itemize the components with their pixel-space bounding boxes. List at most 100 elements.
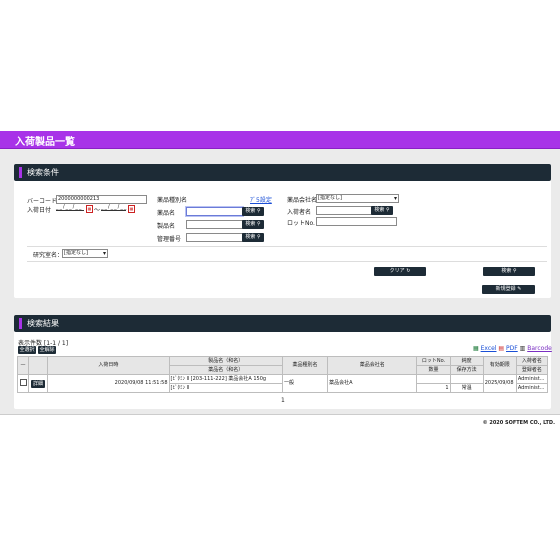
search-label: 検索: [245, 234, 256, 240]
refresh-icon: ↻: [404, 268, 411, 274]
cell-receiver: Administ...: [515, 374, 549, 384]
drug-name-input[interactable]: [186, 207, 243, 216]
divider: [27, 261, 547, 262]
col-registrant: 登録者名: [515, 365, 549, 375]
lab-select[interactable]: [指定なし]: [62, 249, 108, 258]
search-icon: ⚲: [255, 208, 261, 214]
cell-storage: 常温: [449, 383, 484, 393]
search-label: 検索: [245, 208, 256, 214]
header-accent: [19, 318, 22, 329]
search-panel-title: 検索条件: [27, 168, 59, 177]
receiver-search-button[interactable]: 検索 ⚲: [371, 206, 393, 215]
cell-registrant: Administ...: [515, 383, 549, 393]
date-separator: ～: [94, 207, 101, 214]
receiver-label: 入荷者名: [287, 209, 312, 216]
col-product-name: 製品名（和名）: [168, 356, 283, 366]
search-icon: ⚲: [511, 268, 517, 274]
col-expiry: 有効期限: [482, 356, 517, 375]
excel-icon: ▦: [473, 345, 479, 352]
company-label: 薬品会社名: [287, 197, 318, 204]
new-register-label: 新規登録: [495, 286, 516, 292]
col-company: 薬品会社名: [327, 356, 418, 375]
search-button[interactable]: 検索 ⚲: [483, 267, 535, 276]
search-icon: ⚲: [255, 234, 261, 240]
drug-name-search-button[interactable]: 検索 ⚲: [242, 207, 264, 216]
product-name-search-button[interactable]: 検索 ⚲: [242, 220, 264, 229]
receiver-input[interactable]: [316, 206, 373, 215]
barcode-input[interactable]: 2000000000213: [56, 195, 147, 204]
mgmt-no-label: 管理番号: [157, 236, 182, 243]
col-qty: 数量: [416, 365, 451, 375]
cell-lot: [416, 374, 451, 384]
col-drug-name: 薬品名（和名）: [168, 365, 283, 375]
search-panel-header: 検索条件: [14, 164, 551, 181]
new-register-button[interactable]: 新規登録 ✎: [482, 285, 535, 294]
results-table: — 入荷日時 製品名（和名） 薬品種別名 薬品会社名 ロットNo. 純度 有効期…: [16, 356, 549, 393]
cell-arrival-date: 2020/09/08 11:51:58: [47, 374, 170, 393]
divider: [27, 246, 547, 247]
edit-icon: ✎: [515, 286, 522, 292]
cell-expiry: 2025/09/08: [482, 374, 517, 393]
export-links: ▦ Excel ▤ PDF ▥ Barcode: [473, 345, 552, 352]
search-label: 検索: [501, 268, 512, 274]
copyright: © 2020 SOFTEM CO., LTD.: [482, 420, 555, 426]
search-label: 検索: [374, 207, 385, 213]
barcode-label: バーコード: [27, 198, 58, 205]
col-purity: 純度: [449, 356, 484, 366]
drug-name-label: 薬品名: [157, 210, 176, 217]
company-select[interactable]: [指定なし]: [316, 194, 399, 203]
pdf-icon: ▤: [498, 345, 505, 352]
lot-input[interactable]: [316, 217, 397, 226]
lab-label: 研究室名：: [33, 252, 64, 259]
detail-button[interactable]: 詳細: [31, 379, 46, 388]
header-accent: [19, 167, 22, 178]
arrival-date-to-input[interactable]: __/__/__: [101, 204, 126, 211]
cell-company: 薬品会社A: [327, 374, 418, 393]
drug-type-label: 薬品種別名: [157, 197, 188, 204]
col-receiver: 入荷者名: [515, 356, 549, 366]
col-drug-type: 薬品種別名: [281, 356, 329, 375]
deselect-all-button[interactable]: 全解除: [38, 346, 56, 354]
col-lot: ロットNo.: [416, 356, 451, 366]
cell-drug-name: [ﾋﾞﾀﾐﾝ Ⅱ: [168, 383, 283, 393]
barcode-icon: ▥: [519, 345, 526, 352]
table-row: 詳細 2020/09/08 11:51:58 [ﾋﾞﾀﾐﾝ Ⅱ [203-111…: [16, 374, 549, 393]
action-header: [28, 356, 49, 375]
product-name-label: 製品名: [157, 223, 176, 230]
cell-purity: [449, 374, 484, 384]
mgmt-no-search-button[interactable]: 検索 ⚲: [242, 233, 264, 242]
row-checkbox-cell: [16, 374, 30, 393]
mgmt-no-input[interactable]: [186, 233, 243, 242]
search-label: 検索: [245, 221, 256, 227]
calendar-from-icon[interactable]: ▦: [86, 205, 93, 213]
cell-qty: 1: [416, 383, 451, 393]
results-panel-header: 検索結果: [14, 315, 551, 332]
arrival-date-from-input[interactable]: __/__/__: [56, 204, 84, 211]
search-icon: ⚲: [384, 207, 390, 213]
col-storage: 保存方法: [449, 365, 484, 375]
barcode-link[interactable]: Barcode: [527, 345, 552, 352]
drug-type-setting-link[interactable]: ｱﾞ5設定: [250, 195, 272, 204]
page-number[interactable]: 1: [281, 397, 285, 404]
calendar-to-icon[interactable]: ▦: [128, 205, 135, 213]
select-all-button[interactable]: 全選択: [18, 346, 36, 354]
cell-product-name: [ﾋﾞﾀﾐﾝ Ⅱ [203-111-222] 薬品会社A 150g: [168, 374, 283, 384]
lot-label: ロットNo.: [287, 220, 315, 227]
excel-link[interactable]: Excel: [481, 345, 497, 352]
row-checkbox[interactable]: [19, 378, 27, 386]
col-arrival-date: 入荷日時: [47, 356, 170, 375]
product-name-input[interactable]: [186, 220, 243, 229]
search-panel: 検索条件: [14, 164, 551, 298]
clear-label: クリア: [389, 268, 405, 274]
checkbox-header: —: [16, 356, 30, 375]
arrival-date-label: 入荷日付: [27, 207, 52, 214]
page-title: 入荷製品一覧: [15, 137, 75, 148]
clear-button[interactable]: クリア ↻: [374, 267, 426, 276]
results-panel-title: 検索結果: [27, 319, 59, 328]
page-title-bar: 入荷製品一覧: [0, 131, 560, 149]
footer: © 2020 SOFTEM CO., LTD.: [0, 414, 560, 431]
cell-drug-type: 一般: [281, 374, 329, 393]
pdf-link[interactable]: PDF: [506, 345, 518, 352]
row-action-cell: 詳細: [28, 374, 49, 393]
search-icon: ⚲: [255, 221, 261, 227]
